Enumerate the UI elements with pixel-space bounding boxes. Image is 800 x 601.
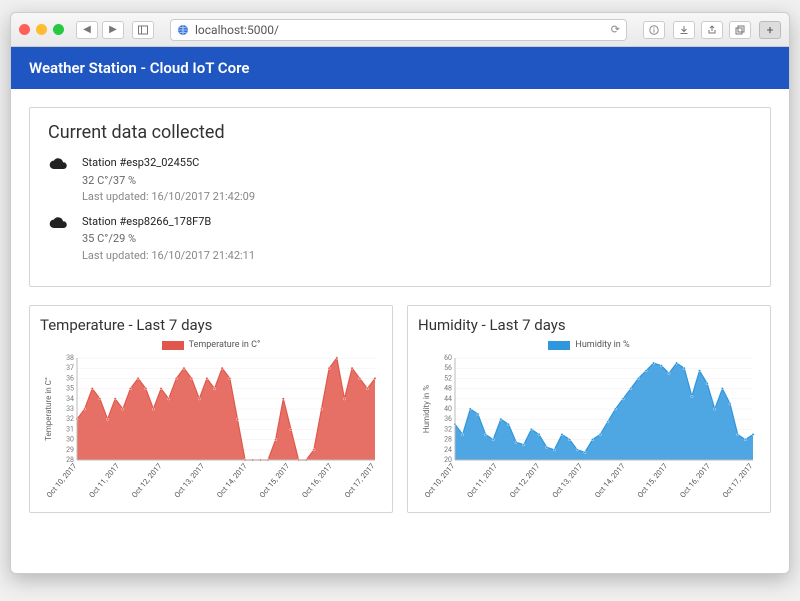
- legend-swatch: [162, 341, 184, 350]
- station-reading: 35 C°/29 %: [82, 231, 255, 248]
- legend-label: Temperature in C°: [189, 340, 261, 350]
- svg-text:34: 34: [66, 395, 74, 403]
- svg-text:Oct 17, 2017: Oct 17, 2017: [343, 462, 377, 500]
- share-button[interactable]: [701, 21, 723, 39]
- minimize-window-button[interactable]: [36, 24, 47, 35]
- svg-text:31: 31: [66, 425, 74, 433]
- svg-text:32: 32: [66, 415, 74, 423]
- current-data-heading: Current data collected: [48, 122, 752, 143]
- svg-text:Oct 12, 2017: Oct 12, 2017: [130, 462, 164, 500]
- svg-text:38: 38: [66, 354, 74, 362]
- station-name: Station #esp8266_178F7B: [82, 214, 255, 231]
- svg-text:37: 37: [66, 364, 74, 372]
- svg-text:60: 60: [444, 354, 452, 362]
- close-window-button[interactable]: [19, 24, 30, 35]
- svg-text:32: 32: [444, 425, 452, 433]
- legend-label: Humidity in %: [575, 340, 629, 350]
- station-name: Station #esp32_02455C: [82, 155, 255, 172]
- svg-text:29: 29: [66, 446, 74, 454]
- svg-text:Humidity in %: Humidity in %: [422, 385, 431, 433]
- maximize-window-button[interactable]: [53, 24, 64, 35]
- humidity-chart-title: Humidity - Last 7 days: [418, 316, 760, 334]
- humidity-legend: Humidity in %: [418, 340, 760, 350]
- svg-text:Oct 14, 2017: Oct 14, 2017: [215, 462, 249, 500]
- info-icon: [649, 25, 659, 35]
- window-controls: [19, 24, 64, 35]
- url-text: localhost:5000/: [195, 23, 605, 37]
- svg-text:Oct 16, 2017: Oct 16, 2017: [678, 462, 712, 500]
- forward-button[interactable]: ▶: [102, 21, 124, 39]
- tabs-icon: [735, 25, 745, 35]
- svg-text:Oct 17, 2017: Oct 17, 2017: [721, 462, 755, 500]
- reload-icon[interactable]: ⟳: [611, 23, 620, 36]
- tabs-button[interactable]: [729, 21, 751, 39]
- station-row: Station #esp8266_178F7B 35 C°/29 % Last …: [48, 214, 752, 265]
- share-icon: [707, 25, 717, 35]
- svg-text:30: 30: [66, 436, 74, 444]
- svg-text:56: 56: [444, 364, 452, 372]
- station-updated: Last updated: 16/10/2017 21:42:11: [82, 248, 255, 265]
- temperature-legend: Temperature in C°: [40, 340, 382, 350]
- svg-text:40: 40: [444, 405, 452, 413]
- svg-text:48: 48: [444, 385, 452, 393]
- station-row: Station #esp32_02455C 32 C°/37 % Last up…: [48, 155, 752, 206]
- cloud-icon: [48, 216, 68, 230]
- new-tab-button[interactable]: +: [759, 21, 781, 39]
- sidebar-button[interactable]: [132, 21, 154, 39]
- station-reading: 32 C°/37 %: [82, 173, 255, 190]
- humidity-chart-card: Humidity - Last 7 days Humidity in % 60 5…: [407, 305, 771, 513]
- svg-text:Oct 11, 2017: Oct 11, 2017: [87, 462, 121, 500]
- svg-text:44: 44: [444, 395, 452, 403]
- humidity-chart: 6056524844403632282420Humidity in %Oct 1…: [418, 354, 760, 504]
- svg-text:52: 52: [444, 374, 452, 382]
- temperature-chart: 3837363534333231302928Temperature in C°O…: [40, 354, 382, 504]
- legend-swatch: [548, 341, 570, 350]
- temperature-chart-title: Temperature - Last 7 days: [40, 316, 382, 334]
- page-title: Weather Station - Cloud IoT Core: [29, 59, 249, 77]
- svg-text:35: 35: [66, 385, 74, 393]
- svg-text:Oct 15, 2017: Oct 15, 2017: [257, 462, 291, 500]
- svg-text:Oct 13, 2017: Oct 13, 2017: [172, 462, 206, 500]
- svg-text:Oct 14, 2017: Oct 14, 2017: [593, 462, 627, 500]
- page-content: Weather Station - Cloud IoT Core Current…: [11, 47, 789, 573]
- back-button[interactable]: ◀: [76, 21, 98, 39]
- svg-text:Oct 12, 2017: Oct 12, 2017: [508, 462, 542, 500]
- svg-text:Oct 15, 2017: Oct 15, 2017: [635, 462, 669, 500]
- svg-text:Oct 13, 2017: Oct 13, 2017: [550, 462, 584, 500]
- svg-text:Temperature in C°: Temperature in C°: [44, 377, 53, 441]
- browser-chrome: ◀ ▶ localhost:5000/ ⟳: [11, 13, 789, 47]
- svg-text:33: 33: [66, 405, 74, 413]
- cloud-icon: [48, 157, 68, 171]
- browser-window: ◀ ▶ localhost:5000/ ⟳: [10, 12, 790, 574]
- svg-text:Oct 16, 2017: Oct 16, 2017: [300, 462, 334, 500]
- current-data-card: Current data collected Station #esp32_02…: [29, 107, 771, 287]
- svg-text:Oct 10, 2017: Oct 10, 2017: [423, 462, 457, 500]
- site-globe-icon: [177, 24, 189, 36]
- reader-button[interactable]: [643, 21, 665, 39]
- svg-text:36: 36: [444, 415, 452, 423]
- svg-text:28: 28: [444, 436, 452, 444]
- downloads-button[interactable]: [673, 21, 695, 39]
- page-banner: Weather Station - Cloud IoT Core: [11, 47, 789, 89]
- svg-text:Oct 11, 2017: Oct 11, 2017: [465, 462, 499, 500]
- temperature-chart-card: Temperature - Last 7 days Temperature in…: [29, 305, 393, 513]
- svg-text:Oct 10, 2017: Oct 10, 2017: [45, 462, 79, 500]
- svg-text:36: 36: [66, 374, 74, 382]
- address-bar[interactable]: localhost:5000/ ⟳: [170, 19, 627, 41]
- station-updated: Last updated: 16/10/2017 21:42:09: [82, 189, 255, 206]
- download-icon: [679, 25, 689, 35]
- svg-text:24: 24: [444, 446, 452, 454]
